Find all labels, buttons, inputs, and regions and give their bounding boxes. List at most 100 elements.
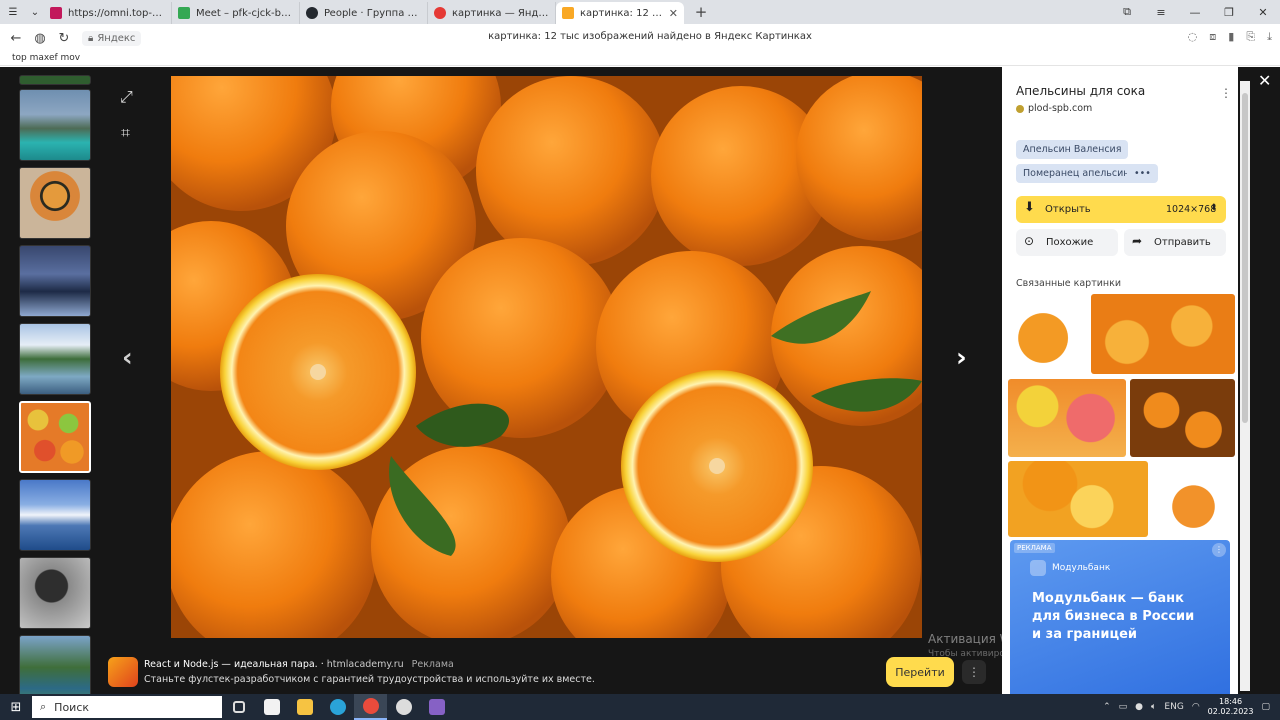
panel-scrollbar[interactable] bbox=[1240, 81, 1250, 691]
image-title[interactable]: Апельсины для сока bbox=[1016, 84, 1145, 98]
related-image[interactable] bbox=[1008, 461, 1148, 537]
minimize-icon[interactable]: — bbox=[1178, 6, 1212, 19]
thumbnail-selected[interactable] bbox=[19, 401, 91, 473]
tab-0[interactable]: https://omni.top-academy bbox=[44, 2, 172, 24]
tab-1[interactable]: Meet – pfk-cjck-bma bbox=[172, 2, 300, 24]
share-label: Отправить bbox=[1154, 237, 1211, 248]
network-icon[interactable]: ▭ bbox=[1119, 702, 1128, 712]
thumbnail[interactable] bbox=[19, 323, 91, 395]
yandex-browser-icon[interactable] bbox=[354, 694, 387, 720]
similar-lens-icon: ⊙ bbox=[1024, 234, 1035, 248]
maximize-icon[interactable]: ❐ bbox=[1212, 6, 1246, 19]
thumbnail[interactable] bbox=[19, 557, 91, 629]
browser-menu-icon[interactable]: ☰ bbox=[4, 3, 22, 21]
close-window-icon[interactable]: ✕ bbox=[1246, 6, 1280, 19]
similar-label: Похожие bbox=[1046, 237, 1094, 248]
fullscreen-icon[interactable]: ⤢ bbox=[120, 87, 133, 107]
reader-icon[interactable]: ◌ bbox=[1188, 30, 1198, 44]
ad-card[interactable]: РЕКЛАМА ⋮ Модульбанк Модульбанк — банк д… bbox=[1010, 540, 1230, 694]
ad-go-button[interactable]: Перейти bbox=[886, 657, 954, 687]
thumbnail[interactable] bbox=[19, 89, 91, 161]
thumbnail-strip bbox=[19, 75, 91, 713]
edge-glyph bbox=[329, 699, 346, 715]
ad-card-menu-icon[interactable]: ⋮ bbox=[1212, 543, 1226, 557]
page-title[interactable]: картинка: 12 тыс изображений найдено в Я… bbox=[0, 31, 1280, 42]
related-image[interactable] bbox=[1130, 379, 1235, 457]
menu-icon[interactable]: ≡ bbox=[1144, 6, 1178, 19]
bookmarks-icon[interactable]: ⧉ bbox=[1110, 5, 1144, 19]
explorer-icon[interactable] bbox=[288, 694, 321, 720]
thumbnail[interactable] bbox=[19, 167, 91, 239]
size-selector[interactable]: 1024×768 bbox=[1166, 204, 1216, 215]
more-tags-button[interactable]: ••• bbox=[1127, 164, 1158, 183]
related-image[interactable] bbox=[1152, 461, 1235, 537]
store-icon[interactable] bbox=[255, 694, 288, 720]
ad-more-button[interactable]: ⋮ bbox=[962, 660, 986, 684]
edge-icon[interactable] bbox=[321, 694, 354, 720]
tab-title: Meet – pfk-cjck-bma bbox=[196, 7, 293, 19]
wifi-icon[interactable]: ◠ bbox=[1192, 702, 1200, 712]
ad-subtitle: Станьте фулстек-разработчиком с гарантие… bbox=[144, 674, 595, 685]
ad-domain: htmlacademy.ru bbox=[326, 659, 404, 670]
image-viewer: ⤢ ⌗ ‹ › React и Node.js — идеальная пара… bbox=[0, 67, 1239, 707]
clock-time: 18:46 bbox=[1219, 697, 1243, 706]
share-button[interactable]: ➦ Отправить bbox=[1124, 229, 1226, 256]
tab-favicon bbox=[50, 7, 62, 19]
scrollbar-thumb[interactable] bbox=[1242, 93, 1248, 423]
github-desktop-icon[interactable] bbox=[387, 694, 420, 720]
tab-4-active[interactable]: картинка: 12 тыс изобр ✕ bbox=[556, 2, 684, 24]
thumbnail[interactable] bbox=[19, 479, 91, 551]
clock[interactable]: 18:46 02.02.2023 bbox=[1208, 697, 1254, 717]
size-dropdown-icon[interactable]: ⬍ bbox=[1210, 203, 1218, 213]
reload-icon[interactable]: ↻ bbox=[52, 31, 76, 46]
site-chip[interactable]: 🔒︎ Яндекс bbox=[82, 30, 142, 46]
mic-icon[interactable]: ● bbox=[1135, 702, 1143, 712]
open-image-button[interactable]: ⬇ Открыть 1024×768 ⬍ bbox=[1016, 196, 1226, 223]
close-tab-icon[interactable]: ✕ bbox=[669, 7, 678, 20]
bookmark-item[interactable]: top maxef mov bbox=[12, 53, 80, 63]
source-site[interactable]: plod-spb.com bbox=[1016, 103, 1092, 114]
bookmark-icon[interactable]: ▮ bbox=[1228, 30, 1234, 44]
lang-indicator[interactable]: ENG bbox=[1164, 702, 1183, 712]
new-tab-button[interactable]: + bbox=[690, 1, 712, 23]
related-image[interactable] bbox=[1008, 294, 1086, 374]
similar-button[interactable]: ⊙ Похожие bbox=[1016, 229, 1118, 256]
thumbnail[interactable] bbox=[19, 75, 91, 85]
close-viewer-icon[interactable]: ✕ bbox=[1258, 71, 1271, 90]
related-image[interactable] bbox=[1091, 294, 1235, 374]
extensions-icon[interactable]: ⧈ bbox=[1209, 30, 1216, 44]
collections-icon[interactable]: ⎘ bbox=[1246, 30, 1255, 44]
vs-glyph bbox=[428, 699, 445, 715]
more-options-icon[interactable]: ⋮ bbox=[1220, 86, 1232, 100]
site-favicon-icon bbox=[1016, 104, 1024, 113]
tab-title: картинка: 12 тыс изобр bbox=[580, 7, 665, 19]
tray-chevron-icon[interactable]: ⌃ bbox=[1103, 702, 1111, 712]
windows-start-icon[interactable]: ⊞ bbox=[0, 700, 32, 715]
tag-chip[interactable]: Померанец апельсин bbox=[1016, 164, 1137, 183]
main-image[interactable] bbox=[171, 76, 922, 638]
taskbar-search[interactable]: ⌕ Поиск bbox=[32, 696, 222, 718]
tab-3[interactable]: картинка — Яндекс: нашл bbox=[428, 2, 556, 24]
protect-icon[interactable]: ◍ bbox=[28, 31, 52, 46]
tabs-dropdown-icon[interactable]: ⌄ bbox=[26, 3, 44, 21]
task-view-icon[interactable] bbox=[222, 694, 255, 720]
download-icon[interactable]: ⤓ bbox=[1267, 30, 1272, 44]
tab-favicon bbox=[306, 7, 318, 19]
image-info-panel: Апельсины для сока ⋮ plod-spb.com Апельс… bbox=[1002, 74, 1238, 694]
tab-2[interactable]: People · Группа П8121 bbox=[300, 2, 428, 24]
visual-studio-icon[interactable] bbox=[420, 694, 453, 720]
back-icon[interactable]: ← bbox=[4, 31, 28, 46]
next-image-icon[interactable]: › bbox=[956, 343, 967, 373]
previous-image-icon[interactable]: ‹ bbox=[122, 343, 133, 373]
notifications-icon[interactable]: ▢ bbox=[1261, 702, 1270, 712]
related-image[interactable] bbox=[1008, 379, 1126, 457]
thumbnail[interactable] bbox=[19, 245, 91, 317]
bookmarks-bar: top maxef mov bbox=[0, 52, 1280, 66]
tab-title: https://omni.top-academy bbox=[68, 7, 165, 19]
tag-chip[interactable]: Апельсин Валенсия bbox=[1016, 140, 1129, 159]
crop-icon[interactable]: ⌗ bbox=[121, 123, 130, 143]
volume-icon[interactable]: 🔈︎ bbox=[1151, 702, 1156, 712]
ad-banner[interactable]: React и Node.js — идеальная пара. · html… bbox=[104, 657, 990, 687]
search-icon: ⌕ bbox=[40, 700, 47, 713]
system-tray: ⌃ ▭ ● 🔈︎ ENG ◠ 18:46 02.02.2023 ▢ bbox=[1103, 694, 1280, 720]
